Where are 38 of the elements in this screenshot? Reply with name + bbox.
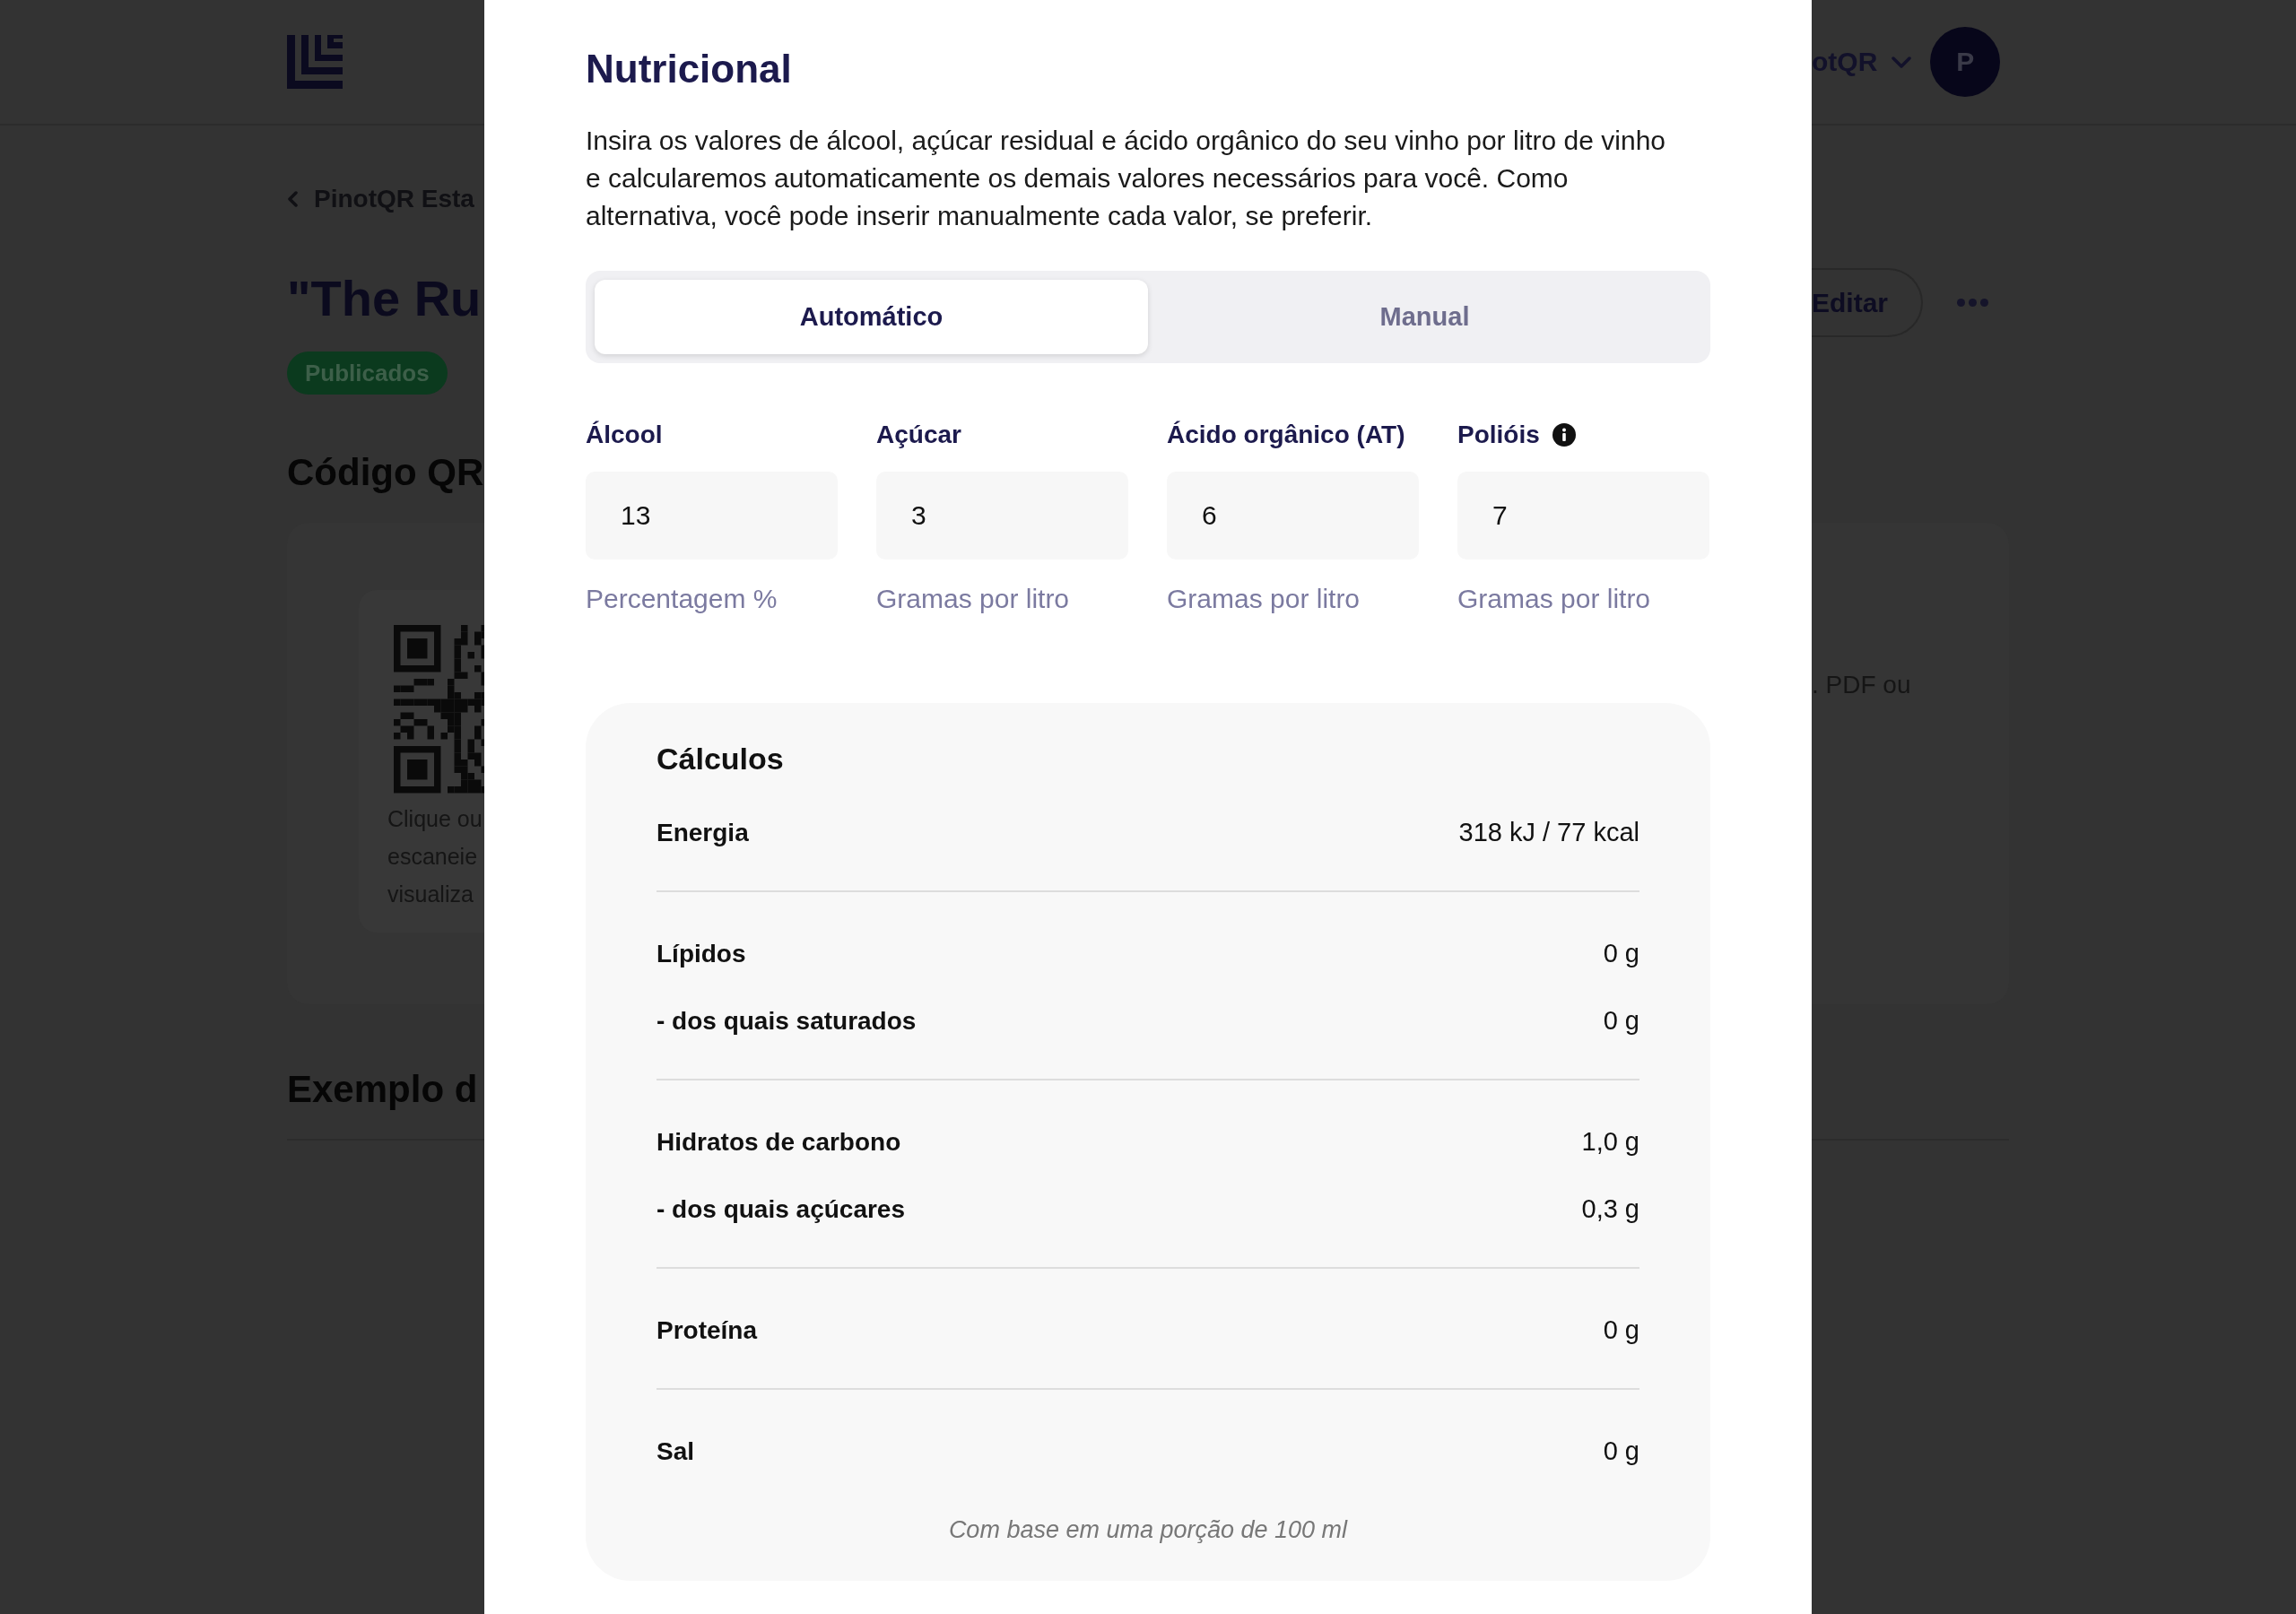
nutrient-label: Sal	[657, 1436, 695, 1466]
nutrient-label: - dos quais saturados	[657, 1006, 917, 1036]
input-field[interactable]: 3	[876, 472, 1128, 560]
chevron-left-icon	[287, 191, 298, 207]
field-hint: Gramas por litro	[1167, 583, 1361, 615]
nutrient-label: Proteína	[657, 1315, 758, 1345]
nutrient-label: Hidratos de carbono	[657, 1127, 901, 1157]
nutrient-value: 1,0 g	[1581, 1127, 1639, 1157]
calculations-title: Cálculos	[657, 741, 785, 777]
nutrient-label: Energia	[657, 818, 749, 847]
input-field[interactable]: 7	[1457, 472, 1709, 560]
field-hint: Gramas por litro	[1457, 583, 1652, 615]
field-label: Ácido orgânico (AT)	[1167, 421, 1405, 449]
more-icon[interactable]	[1957, 299, 1988, 307]
nutrient-value: 0,3 g	[1581, 1194, 1639, 1224]
mode-tab[interactable]: Manual	[1148, 280, 1701, 354]
field-label: Polióis	[1457, 421, 1540, 449]
field-hint: Gramas por litro	[876, 583, 1071, 615]
nutrient-value: 0 g	[1603, 1315, 1639, 1345]
input-field[interactable]: 6	[1167, 472, 1419, 560]
nutrient-value: 0 g	[1603, 1006, 1639, 1036]
field-label: Álcool	[586, 421, 663, 449]
nutrient-value: 318 kJ / 77 kcal	[1458, 818, 1639, 847]
modal-title: Nutricional	[586, 46, 793, 92]
field-label: Açúcar	[876, 421, 961, 449]
serving-footnote: Com base em uma porção de 100 ml	[947, 1515, 1349, 1545]
nutrient-label: Lípidos	[657, 939, 746, 968]
info-icon[interactable]	[1552, 423, 1576, 447]
field-hint: Percentagem %	[586, 583, 778, 615]
chevron-down-icon	[1892, 56, 1912, 68]
qr-code[interactable]	[394, 625, 484, 794]
logo-icon	[287, 35, 343, 89]
nutrient-value: 0 g	[1603, 939, 1639, 968]
nutrient-value: 0 g	[1603, 1436, 1639, 1466]
input-field[interactable]: 13	[586, 472, 838, 560]
modal-description: Insira os valores de álcool, açúcar residual e ácido orgânico do seu vinho por litro de vinho e calcularemos automaticamente os demais valores necessários para você. Como alternativa, você pode inserir manualmente cada valor, se preferir.	[586, 125, 1667, 232]
mode-tab[interactable]: Automático	[595, 280, 1148, 354]
nutrient-label: - dos quais açúcares	[657, 1194, 905, 1224]
